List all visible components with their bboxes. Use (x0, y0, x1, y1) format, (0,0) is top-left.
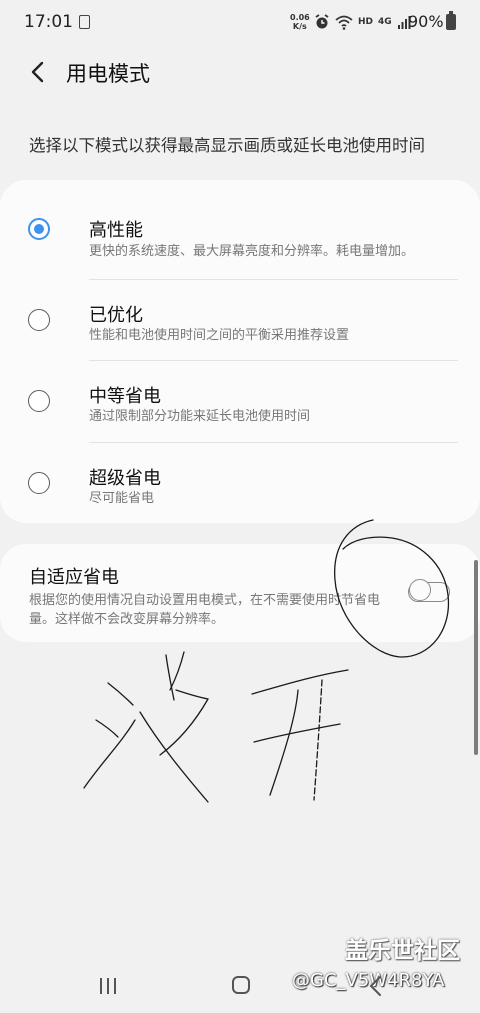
net-speed: 0.06 K/s (290, 13, 310, 31)
hd-label: HD (358, 17, 374, 27)
adaptive-power-saving-card[interactable]: 自适应省电 根据您的使用情况自动设置用电模式，在不需要使用时节省电量。这样做不会… (0, 544, 480, 642)
status-icons: HD 4G (314, 12, 411, 32)
mode-title: 已优化 (89, 305, 143, 326)
recent-apps-icon[interactable] (98, 978, 118, 994)
page-title: 用电模式 (66, 62, 150, 86)
radio-high-performance[interactable] (28, 218, 50, 240)
power-mode-card: 高性能 更快的系统速度、最大屏幕亮度和分辨率。耗电量增加。 已优化 性能和电池使… (0, 180, 480, 523)
status-time: 17:01 (24, 12, 73, 32)
navigation-bar (0, 960, 480, 1013)
alarm-icon (315, 14, 329, 29)
notes-icon (79, 15, 90, 29)
mode-option-optimized[interactable]: 已优化 性能和电池使用时间之间的平衡采用推荐设置 (0, 280, 480, 360)
mode-option-medium-saving[interactable]: 中等省电 通过限制部分功能来延长电池使用时间 (0, 361, 480, 441)
page-description: 选择以下模式以获得最高显示画质或延长电池使用时间 (29, 136, 425, 155)
back-icon[interactable] (366, 974, 386, 998)
adaptive-description: 根据您的使用情况自动设置用电模式，在不需要使用时节省电量。这样做不会改变屏幕分辨… (29, 593, 381, 627)
toggle-knob (409, 579, 431, 601)
mode-description: 性能和电池使用时间之间的平衡采用推荐设置 (89, 328, 350, 343)
home-icon[interactable] (232, 976, 250, 994)
net-speed-unit: K/s (292, 22, 307, 31)
net-speed-value: 0.06 (290, 13, 310, 22)
radio-optimized[interactable] (28, 309, 50, 331)
mode-option-high-performance[interactable]: 高性能 更快的系统速度、最大屏幕亮度和分辨率。耗电量增加。 (0, 196, 480, 280)
adaptive-toggle-switch[interactable] (408, 579, 450, 602)
mode-title: 高性能 (89, 220, 143, 241)
mode-description: 更快的系统速度、最大屏幕亮度和分辨率。耗电量增加。 (89, 244, 415, 259)
app-header: 用电模式 (0, 50, 480, 94)
battery-icon (446, 11, 456, 30)
mode-title: 中等省电 (89, 386, 161, 407)
adaptive-title: 自适应省电 (29, 567, 119, 588)
mode-option-max-saving[interactable]: 超级省电 尽可能省电 (0, 443, 480, 523)
radio-medium-saving[interactable] (28, 390, 50, 412)
mode-description: 尽可能省电 (89, 491, 155, 506)
radio-max-saving[interactable] (28, 472, 50, 494)
back-arrow-icon[interactable] (24, 58, 52, 86)
battery-percent: 90% (408, 12, 444, 31)
wifi-icon (335, 15, 353, 30)
mode-description: 通过限制部分功能来延长电池使用时间 (89, 409, 311, 424)
status-bar: 17:01 0.06 K/s HD 4G 90% (0, 0, 480, 44)
mode-title: 超级省电 (89, 468, 161, 489)
scrollbar[interactable] (474, 560, 478, 755)
network-type-label: 4G (378, 17, 392, 27)
